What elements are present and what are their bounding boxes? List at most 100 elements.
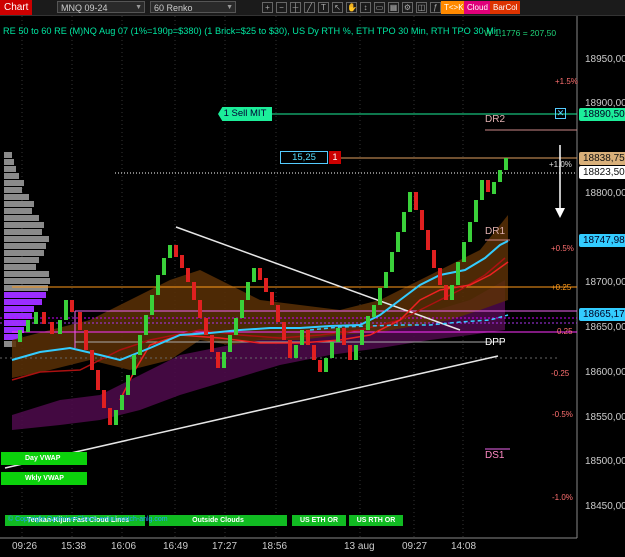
position-pnl[interactable]: 15,25 — [280, 151, 328, 164]
marker-resistance: 18890,50 — [579, 108, 625, 121]
renko-brick — [138, 335, 142, 355]
volume-bar — [4, 271, 49, 277]
day-vwap-button[interactable]: Day VWAP — [1, 452, 87, 465]
renko-brick — [192, 282, 196, 300]
renko-brick — [450, 285, 454, 300]
renko-brick — [156, 275, 160, 295]
volume-bar — [4, 194, 29, 200]
renko-brick — [420, 210, 424, 230]
level-ds1: DS1 — [485, 450, 505, 461]
price-label: 18700,00 — [585, 277, 625, 288]
volume-bar — [4, 292, 46, 298]
renko-brick — [300, 330, 304, 345]
renko-brick — [282, 322, 286, 340]
renko-brick — [132, 355, 136, 375]
marker-upper-band: 18747,98 — [579, 234, 625, 247]
renko-brick — [348, 345, 352, 360]
volume-bar — [4, 243, 46, 249]
renko-brick — [108, 408, 112, 425]
renko-brick — [432, 250, 436, 268]
price-chart[interactable] — [0, 0, 625, 557]
renko-brick — [228, 335, 232, 352]
pct-plus-0-25: +0.25 — [551, 283, 572, 292]
renko-brick — [174, 245, 178, 257]
renko-brick — [216, 352, 220, 368]
close-order-icon[interactable]: ✕ — [555, 108, 566, 119]
renko-brick — [306, 330, 310, 345]
sell-mit-order[interactable]: 1 Sell MIT — [218, 107, 272, 121]
time-gridlines — [21, 16, 464, 538]
renko-brick — [294, 345, 298, 358]
renko-brick — [144, 315, 148, 335]
outside-clouds-button[interactable]: Outside Clouds — [149, 515, 287, 526]
renko-brick — [444, 285, 448, 300]
marker-position: 18838,75 — [579, 152, 625, 165]
renko-brick — [408, 192, 412, 212]
renko-brick — [42, 312, 46, 324]
level-dr1: DR1 — [485, 226, 506, 237]
us-eth-or-button[interactable]: US ETH OR — [292, 515, 346, 526]
time-label: 15:38 — [61, 541, 87, 552]
renko-brick — [240, 300, 244, 318]
renko-brick — [498, 170, 502, 182]
pct-minus-1-0: -1.0% — [552, 493, 573, 502]
renko-brick — [90, 350, 94, 370]
renko-brick — [58, 320, 62, 334]
chart-subtitle: W 1,1776 = 207,50 — [484, 28, 557, 38]
us-rth-or-button[interactable]: US RTH OR — [349, 515, 403, 526]
renko-brick — [468, 222, 472, 242]
renko-brick — [384, 272, 388, 288]
pct-zero-25: 0.25 — [557, 327, 573, 336]
renko-brick — [186, 268, 190, 282]
renko-brick — [456, 262, 460, 285]
pct-plus-1-0: +1.0% — [549, 160, 572, 169]
volume-bar — [4, 159, 14, 165]
renko-brick — [360, 330, 364, 345]
volume-bar — [4, 222, 44, 228]
pct-plus-1-5: +1.5% — [555, 77, 578, 86]
renko-brick — [34, 312, 38, 324]
renko-brick — [50, 322, 54, 334]
renko-brick — [252, 268, 256, 282]
renko-brick — [336, 328, 340, 342]
renko-brick — [390, 252, 394, 272]
time-label: 16:06 — [111, 541, 137, 552]
renko-brick — [162, 258, 166, 275]
renko-brick — [288, 340, 292, 358]
volume-bar — [4, 229, 42, 235]
renko-brick — [204, 318, 208, 335]
time-label: 17:27 — [212, 541, 238, 552]
level-dr2: DR2 — [485, 114, 506, 125]
renko-brick — [26, 320, 30, 332]
renko-brick — [102, 390, 106, 408]
weekly-vwap-button[interactable]: Wkly VWAP — [1, 472, 87, 485]
time-label: 18:56 — [262, 541, 288, 552]
volume-bar — [4, 250, 44, 256]
renko-brick — [504, 158, 508, 170]
position-quantity[interactable]: 1 — [329, 151, 341, 164]
price-label: 18650,00 — [585, 322, 625, 333]
renko-brick — [78, 312, 82, 330]
volume-bar — [4, 152, 12, 158]
volume-bar — [4, 208, 32, 214]
copyright-text: © Copyright OptimizerCharts.emini-watch-… — [8, 516, 168, 523]
volume-bar — [4, 201, 34, 207]
renko-brick — [474, 200, 478, 222]
renko-brick — [354, 345, 358, 360]
renko-brick — [180, 255, 184, 268]
volume-bar — [4, 166, 16, 172]
renko-brick — [120, 395, 124, 410]
price-label: 18550,00 — [585, 412, 625, 423]
renko-brick — [330, 342, 334, 358]
renko-brick — [324, 358, 328, 372]
renko-brick — [426, 230, 430, 250]
renko-brick — [414, 192, 418, 210]
renko-brick — [210, 335, 214, 352]
volume-bar — [4, 299, 42, 305]
renko-brick — [70, 300, 74, 312]
price-label: 18450,00 — [585, 501, 625, 512]
volume-bar — [4, 306, 34, 312]
renko-brick — [312, 345, 316, 360]
time-label: 13 aug — [344, 541, 375, 552]
renko-brick — [150, 295, 154, 315]
